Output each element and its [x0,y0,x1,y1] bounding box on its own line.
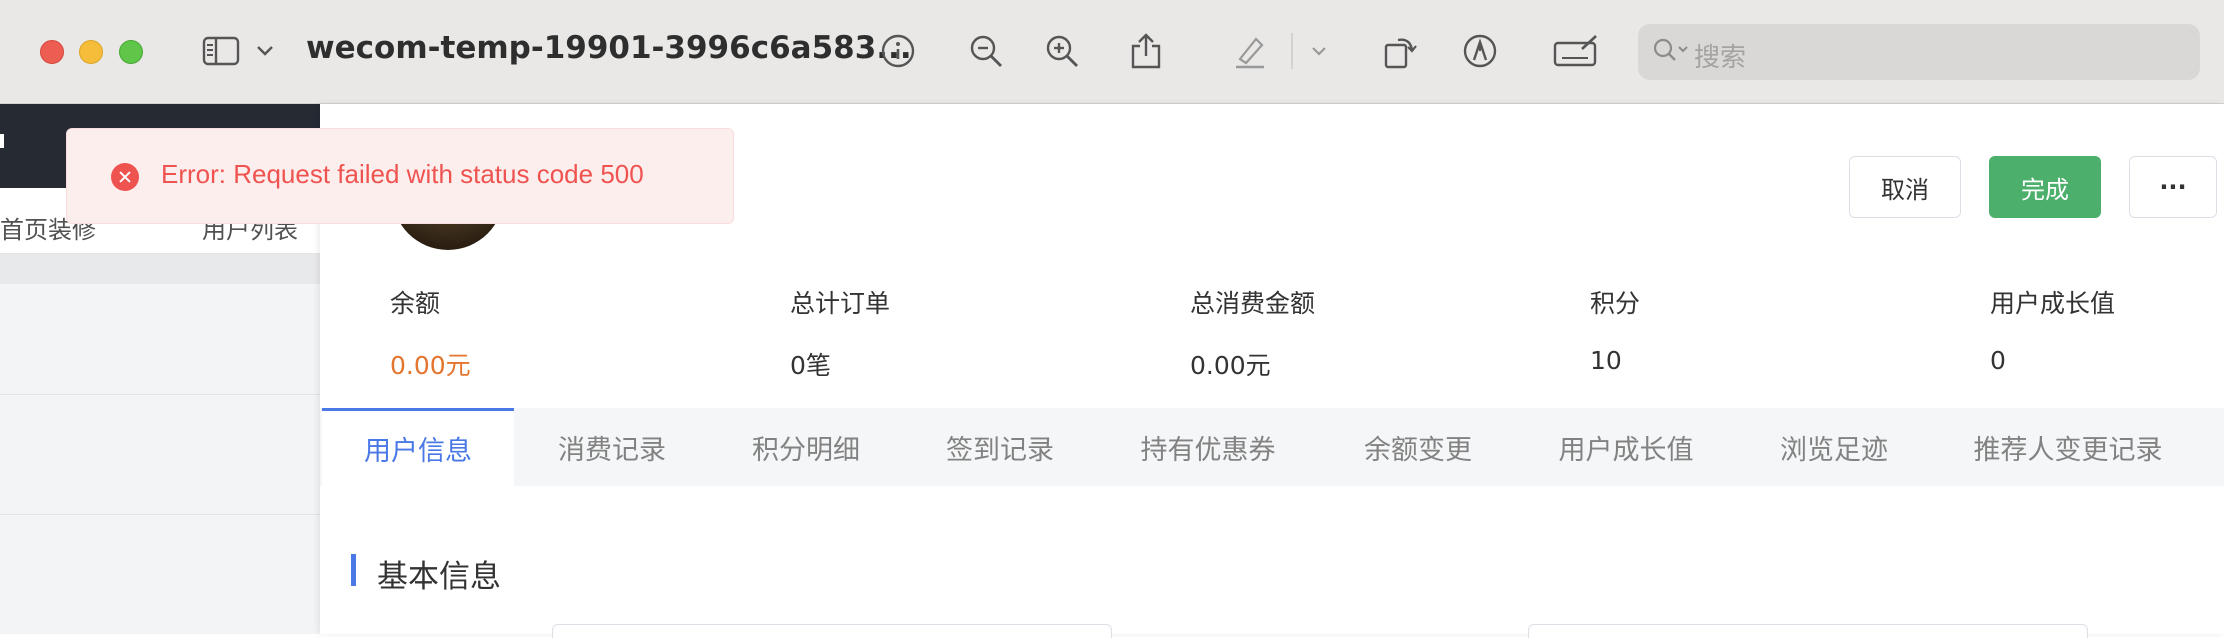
chevron-down-icon[interactable] [1309,28,1329,74]
markup-icon[interactable] [1460,28,1500,74]
stat-label: 积分 [1590,289,1641,318]
stat-label: 总计订单 [790,289,891,318]
close-window-button[interactable] [40,40,64,64]
background-content [0,284,320,634]
chevron-down-icon[interactable] [254,28,276,74]
error-toast: Error: Request failed with status code 5… [66,128,734,224]
form-field[interactable] [1528,624,2088,638]
signature-icon[interactable] [1551,28,1601,74]
search-field[interactable]: 搜索 [1638,24,2200,80]
info-icon[interactable] [878,28,918,74]
stat-label: 总消费金额 [1190,289,1316,318]
form-field[interactable] [552,624,1112,638]
toolbar-separator [1291,33,1293,69]
cancel-button[interactable]: 取消 [1849,156,1961,218]
done-button[interactable]: 完成 [1989,156,2101,218]
zoom-in-icon[interactable] [1042,28,1082,74]
stat-total-orders: 总计订单 0笔 [790,284,890,382]
more-options-button[interactable]: ··· [2129,156,2217,218]
tab-referrer-changes[interactable]: 推荐人变更记录 [1958,408,2178,486]
zoom-out-icon[interactable] [966,28,1006,74]
stat-value: 0笔 [790,351,831,380]
background-header-mark [0,134,4,148]
error-icon [111,163,139,191]
divider [0,394,320,395]
stat-value: 0 [1990,346,2006,375]
section-accent-bar [351,554,356,586]
document-title: wecom-temp-19901-3996c6a583... [306,30,912,66]
sidebar-icon[interactable] [200,28,242,74]
minimize-window-button[interactable] [79,40,103,64]
tab-browsing-history[interactable]: 浏览足迹 [1752,408,1916,486]
search-icon [1652,37,1692,69]
section-title: 基本信息 [377,559,501,595]
divider [0,514,320,515]
stat-value: 0.00元 [390,351,471,380]
stat-label: 余额 [390,289,441,318]
stat-total-spend: 总消费金额 0.00元 [1190,284,1315,382]
rotate-icon[interactable] [1380,28,1420,74]
tab-consumption-records[interactable]: 消费记录 [530,408,694,486]
tab-balance-changes[interactable]: 余额变更 [1336,408,1500,486]
zoom-window-button[interactable] [119,40,143,64]
tab-user-info[interactable]: 用户信息 [322,408,514,486]
stat-growth-value: 用户成长值 0 [1990,284,2115,375]
tab-points-detail[interactable]: 积分明细 [724,408,888,486]
search-placeholder: 搜索 [1694,43,1747,73]
stat-points: 积分 10 [1590,284,1640,375]
share-icon[interactable] [1126,28,1166,74]
background-strip [0,254,320,284]
error-message: Error: Request failed with status code 5… [161,159,644,189]
stat-value: 10 [1590,346,1622,375]
stat-balance: 余额 0.00元 [390,284,471,382]
tab-checkin-records[interactable]: 签到记录 [918,408,1082,486]
stat-value: 0.00元 [1190,351,1271,380]
tab-coupons[interactable]: 持有优惠券 [1120,408,1296,486]
highlight-pen-icon[interactable] [1230,28,1270,74]
stat-label: 用户成长值 [1990,289,2116,318]
tab-growth-value[interactable]: 用户成长值 [1538,408,1714,486]
